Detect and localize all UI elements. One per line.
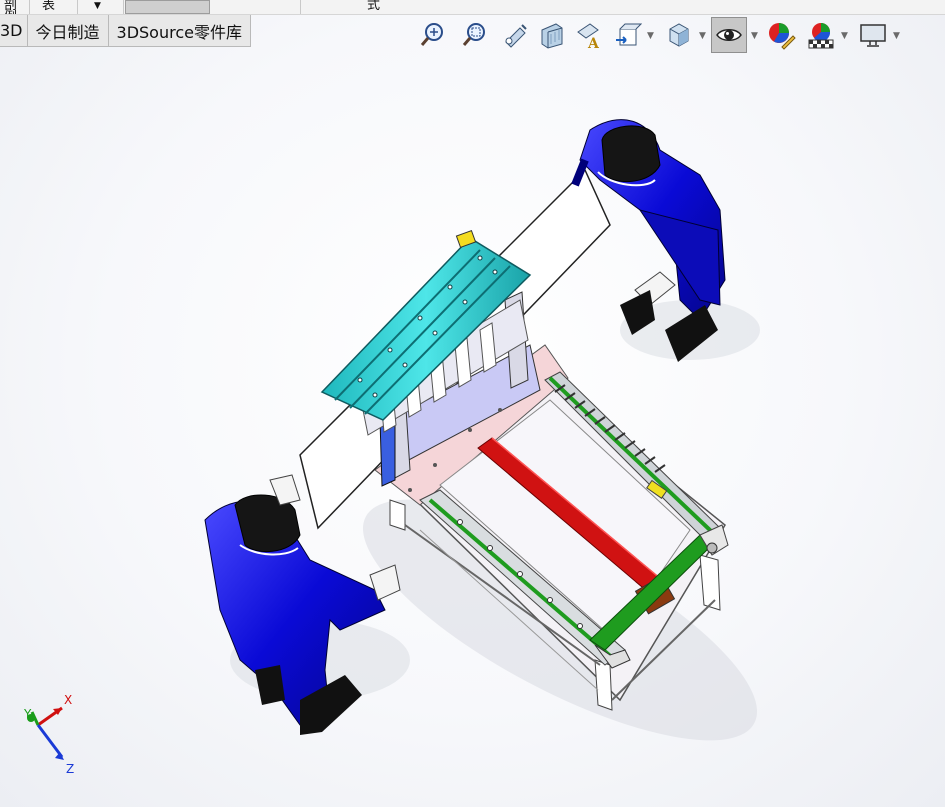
coordinate-triad: X Y Z	[23, 693, 74, 776]
triad-y-label: Y	[23, 707, 32, 721]
triad-x-label: X	[64, 693, 72, 707]
graphics-area[interactable]: X Y Z	[0, 0, 945, 807]
triad-z-label: Z	[66, 762, 74, 776]
